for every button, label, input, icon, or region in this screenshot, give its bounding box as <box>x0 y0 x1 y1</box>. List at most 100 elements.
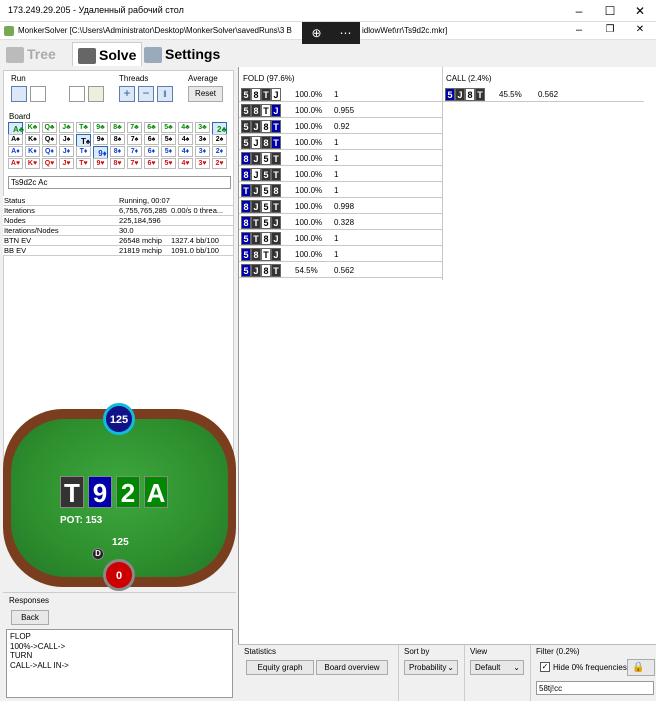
board-card-option[interactable]: Q♥ <box>42 158 57 169</box>
board-card-option[interactable]: 3♠ <box>195 134 210 145</box>
board-card-option[interactable]: K♣ <box>25 122 40 133</box>
board-card-option[interactable]: J♣ <box>59 122 74 133</box>
board-card-option[interactable]: 8♠ <box>110 134 125 145</box>
fold-hand-row[interactable]: 5 8 T J 100.0% 0.955 <box>239 103 443 118</box>
stats-k: BTN EV <box>4 236 32 245</box>
board-card-option[interactable]: 6♠ <box>144 134 159 145</box>
board-card-option[interactable]: T♣ <box>76 122 91 133</box>
board-card-option[interactable]: 5♦ <box>161 146 176 157</box>
board-card-option[interactable]: 7♠ <box>127 134 142 145</box>
board-card-option[interactable]: 9♠ <box>93 134 108 145</box>
board-card-option[interactable]: 4♦ <box>178 146 193 157</box>
board-card-option[interactable]: A♥ <box>8 158 23 169</box>
board-card-option[interactable]: T♦ <box>76 146 91 157</box>
board-card-option[interactable]: 4♣ <box>178 122 193 133</box>
document-button[interactable] <box>30 86 46 102</box>
app-close-icon[interactable]: ✕ <box>628 22 652 38</box>
equity-graph-button[interactable]: Equity graph <box>246 660 314 675</box>
board-card-option[interactable]: 4♥ <box>178 158 193 169</box>
board-card-option[interactable]: J♥ <box>59 158 74 169</box>
board-card-option[interactable]: 3♥ <box>195 158 210 169</box>
board-card-option[interactable]: K♥ <box>25 158 40 169</box>
fold-hand-row[interactable]: 5 J 8 T 100.0% 0.92 <box>239 119 443 134</box>
board-card-option[interactable]: 5♥ <box>161 158 176 169</box>
add-thread-button[interactable]: + <box>119 86 135 102</box>
chevron-down-icon: ⌄ <box>447 663 454 672</box>
fold-hand-row[interactable]: 5 J 8 T 100.0% 1 <box>239 135 443 150</box>
view-select[interactable]: Default ⌄ <box>470 660 524 675</box>
save-button[interactable] <box>69 86 85 102</box>
board-card-option[interactable]: Q♣ <box>42 122 57 133</box>
fold-hand-row[interactable]: 5 J 8 T 54.5% 0.562 <box>239 263 443 278</box>
board-card-option[interactable]: 7♣ <box>127 122 142 133</box>
board-card-option[interactable]: 7♦ <box>127 146 142 157</box>
board-card-option[interactable]: 5♠ <box>161 134 176 145</box>
board-card-option[interactable]: 3♣ <box>195 122 210 133</box>
board-card-option[interactable]: Q♠ <box>42 134 57 145</box>
board-card-option[interactable]: 6♥ <box>144 158 159 169</box>
filter-input[interactable]: 58tj!cc <box>536 681 654 695</box>
board-card-option[interactable]: 2♦ <box>212 146 227 157</box>
hand-ev: 1 <box>334 90 339 99</box>
fold-hand-row[interactable]: 5 T 8 J 100.0% 1 <box>239 231 443 246</box>
remove-thread-button[interactable]: − <box>138 86 154 102</box>
board-card-option[interactable]: K♠ <box>25 134 40 145</box>
hand-frequency: 54.5% <box>295 266 318 275</box>
pause-button[interactable]: ‖ <box>157 86 173 102</box>
lock-icon[interactable]: 🔒 <box>627 659 655 676</box>
hand-card: 5 <box>241 120 251 133</box>
back-button[interactable]: Back <box>11 610 49 625</box>
hand-frequency: 100.0% <box>295 218 323 227</box>
zoom-icon[interactable]: ⊕ <box>302 22 331 44</box>
hide-zero-checkbox[interactable]: ✓ <box>540 662 550 672</box>
hero-stack: 125 <box>112 537 129 548</box>
board-text-field[interactable]: Ts9d2c Ac <box>8 176 231 189</box>
board-card-option[interactable]: T♥ <box>76 158 91 169</box>
open-folder-button[interactable] <box>88 86 104 102</box>
hand-card: T <box>271 200 281 213</box>
board-card-option[interactable]: 3♦ <box>195 146 210 157</box>
play-button[interactable] <box>11 86 27 102</box>
board-card-option[interactable]: 5♣ <box>161 122 176 133</box>
maximize-icon[interactable]: ☐ <box>598 2 622 20</box>
board-card-option[interactable]: A♦ <box>8 146 23 157</box>
board-card-option[interactable]: 8♦ <box>110 146 125 157</box>
reset-button[interactable]: Reset <box>188 86 223 102</box>
board-card-option[interactable]: 7♥ <box>127 158 142 169</box>
fold-hand-row[interactable]: 5 8 T J 100.0% 1 <box>239 247 443 262</box>
sort-select[interactable]: Probability ⌄ <box>404 660 458 675</box>
tab-solve[interactable]: Solve <box>72 42 143 66</box>
board-card-option[interactable]: J♦ <box>59 146 74 157</box>
fold-hand-row[interactable]: T J 5 8 100.0% 1 <box>239 183 443 198</box>
more-icon[interactable]: ⋯ <box>331 22 360 44</box>
app-minimize-icon[interactable]: – <box>567 22 591 38</box>
fold-hand-row[interactable]: 8 J 5 T 100.0% 1 <box>239 167 443 182</box>
responses-text[interactable]: FLOP 100%->CALL-> TURN CALL->ALL IN-> <box>6 629 233 698</box>
board-card-option[interactable]: 2♠ <box>212 134 227 145</box>
board-card-option[interactable]: 8♥ <box>110 158 125 169</box>
board-card-option[interactable]: 9♥ <box>93 158 108 169</box>
board-card-option[interactable]: A♠ <box>8 134 23 145</box>
board-card-option[interactable]: 2♥ <box>212 158 227 169</box>
board-card-option[interactable]: 9♣ <box>93 122 108 133</box>
hand-cards: 8J5T <box>241 200 281 213</box>
fold-hand-row[interactable]: 8 T 5 J 100.0% 0.328 <box>239 215 443 230</box>
hand-card: 8 <box>261 136 271 149</box>
fold-hand-row[interactable]: 8 J 5 T 100.0% 1 <box>239 151 443 166</box>
board-card-option[interactable]: 6♦ <box>144 146 159 157</box>
app-restore-icon[interactable]: ❐ <box>598 22 622 38</box>
call-hand-row[interactable]: 5 J 8 T 45.5% 0.562 <box>443 87 644 102</box>
tab-settings[interactable]: Settings <box>144 42 220 66</box>
board-card-option[interactable]: Q♦ <box>42 146 57 157</box>
fold-hand-row[interactable]: 8 J 5 T 100.0% 0.998 <box>239 199 443 214</box>
fold-hand-row[interactable]: 5 8 T J 100.0% 1 <box>239 87 443 102</box>
board-card-option[interactable]: 8♣ <box>110 122 125 133</box>
board-card-option[interactable]: J♠ <box>59 134 74 145</box>
board-overview-button[interactable]: Board overview <box>316 660 388 675</box>
close-icon[interactable]: ✕ <box>628 2 652 20</box>
minimize-icon[interactable]: – <box>567 2 591 20</box>
tab-tree[interactable]: Tree <box>6 42 56 66</box>
board-card-option[interactable]: K♦ <box>25 146 40 157</box>
board-card-option[interactable]: 6♣ <box>144 122 159 133</box>
board-card-option[interactable]: 4♠ <box>178 134 193 145</box>
